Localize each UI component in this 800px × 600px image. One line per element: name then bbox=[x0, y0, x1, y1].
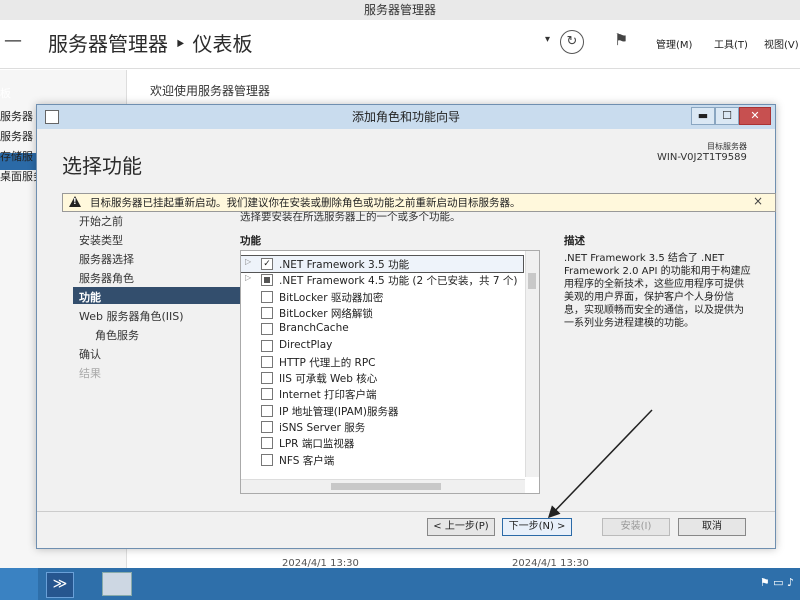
start-button[interactable] bbox=[0, 568, 38, 600]
file-explorer-icon[interactable] bbox=[102, 572, 132, 596]
taskbar: ≫ ⚑ ▭ ♪ bbox=[0, 568, 800, 600]
system-tray-icons[interactable]: ⚑ ▭ ♪ bbox=[760, 576, 794, 589]
powershell-icon[interactable]: ≫ bbox=[46, 572, 74, 598]
annotation-arrow bbox=[547, 409, 653, 519]
